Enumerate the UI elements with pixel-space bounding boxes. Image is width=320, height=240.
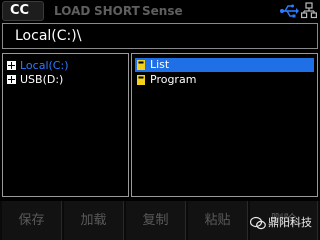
top-bar: CC LOAD SHORT Sense [0,0,320,22]
tab-short[interactable]: SHORT [94,3,140,19]
file-item-program[interactable]: Program [135,73,314,87]
expand-plus-icon[interactable] [7,61,16,70]
file-name: Program [150,73,197,86]
drive-label: Local(C:) [20,59,69,72]
path-bar: Local(C:)\ [2,23,318,49]
expand-plus-icon[interactable] [7,75,16,84]
drive-label: USB(D:) [20,73,64,86]
tab-load[interactable]: LOAD [54,3,90,19]
folder-icon [137,60,145,70]
file-item-list[interactable]: List [135,58,314,72]
tab-sense[interactable]: Sense [142,3,183,19]
copy-button[interactable]: 复制 [126,201,186,240]
file-name: List [150,58,170,71]
watermark-text: 鼎阳科技 [268,216,312,229]
chat-bubble-icon [250,216,266,230]
current-path: Local(C:)\ [15,28,82,44]
save-button[interactable]: 保存 [2,201,62,240]
file-list-pane: List Program [131,53,318,197]
drive-tree-pane: Local(C:) USB(D:) [2,53,129,197]
folder-icon [137,75,145,85]
lan-icon [301,2,317,19]
usb-icon [280,4,299,18]
paste-button[interactable]: 粘贴 [188,201,248,240]
tab-cc[interactable]: CC [2,1,44,21]
watermark: 鼎阳科技 [248,214,318,232]
load-button[interactable]: 加载 [64,201,124,240]
